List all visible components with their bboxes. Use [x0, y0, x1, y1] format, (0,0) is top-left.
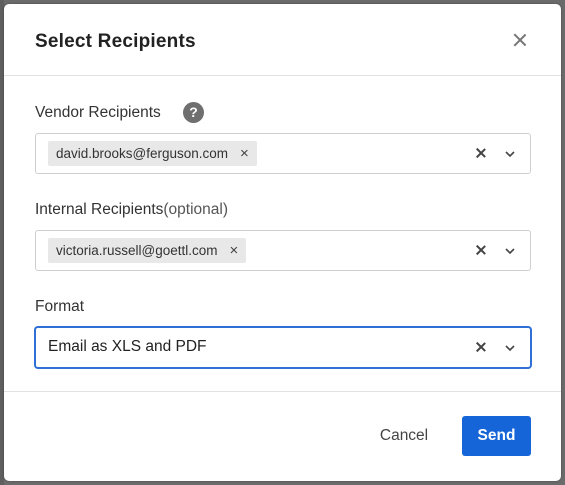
footer-divider: [4, 391, 561, 392]
format-value: Email as XLS and PDF: [48, 338, 207, 355]
internal-recipients-label: Internal Recipients(optional): [35, 201, 228, 218]
chevron-down-icon[interactable]: [502, 340, 518, 356]
optional-hint: (optional): [163, 201, 228, 218]
dialog-title: Select Recipients: [35, 31, 196, 52]
chevron-down-icon[interactable]: [502, 243, 518, 259]
close-icon[interactable]: [509, 30, 531, 52]
cancel-button[interactable]: Cancel: [369, 418, 439, 454]
clear-icon[interactable]: [473, 242, 489, 258]
select-recipients-dialog: Select Recipients Vendor Recipients ? da…: [4, 4, 561, 481]
format-select[interactable]: Email as XLS and PDF: [35, 327, 531, 368]
chevron-down-icon[interactable]: [502, 146, 518, 162]
vendor-recipients-select[interactable]: david.brooks@ferguson.com ×: [35, 133, 531, 174]
clear-icon[interactable]: [473, 339, 489, 355]
remove-chip-icon[interactable]: ×: [240, 146, 249, 161]
format-label: Format: [35, 298, 85, 315]
dialog-header: Select Recipients: [4, 4, 561, 76]
recipient-chip: david.brooks@ferguson.com ×: [48, 141, 257, 166]
chip-label: victoria.russell@goettl.com: [56, 243, 218, 258]
recipient-chip: victoria.russell@goettl.com ×: [48, 238, 247, 263]
internal-recipients-select[interactable]: victoria.russell@goettl.com ×: [35, 230, 531, 271]
vendor-recipients-label: Vendor Recipients: [35, 104, 161, 121]
send-button[interactable]: Send: [462, 416, 531, 456]
question-circle-icon[interactable]: ?: [183, 102, 204, 123]
chip-label: david.brooks@ferguson.com: [56, 146, 229, 161]
remove-chip-icon[interactable]: ×: [230, 243, 239, 258]
clear-icon[interactable]: [473, 145, 489, 161]
